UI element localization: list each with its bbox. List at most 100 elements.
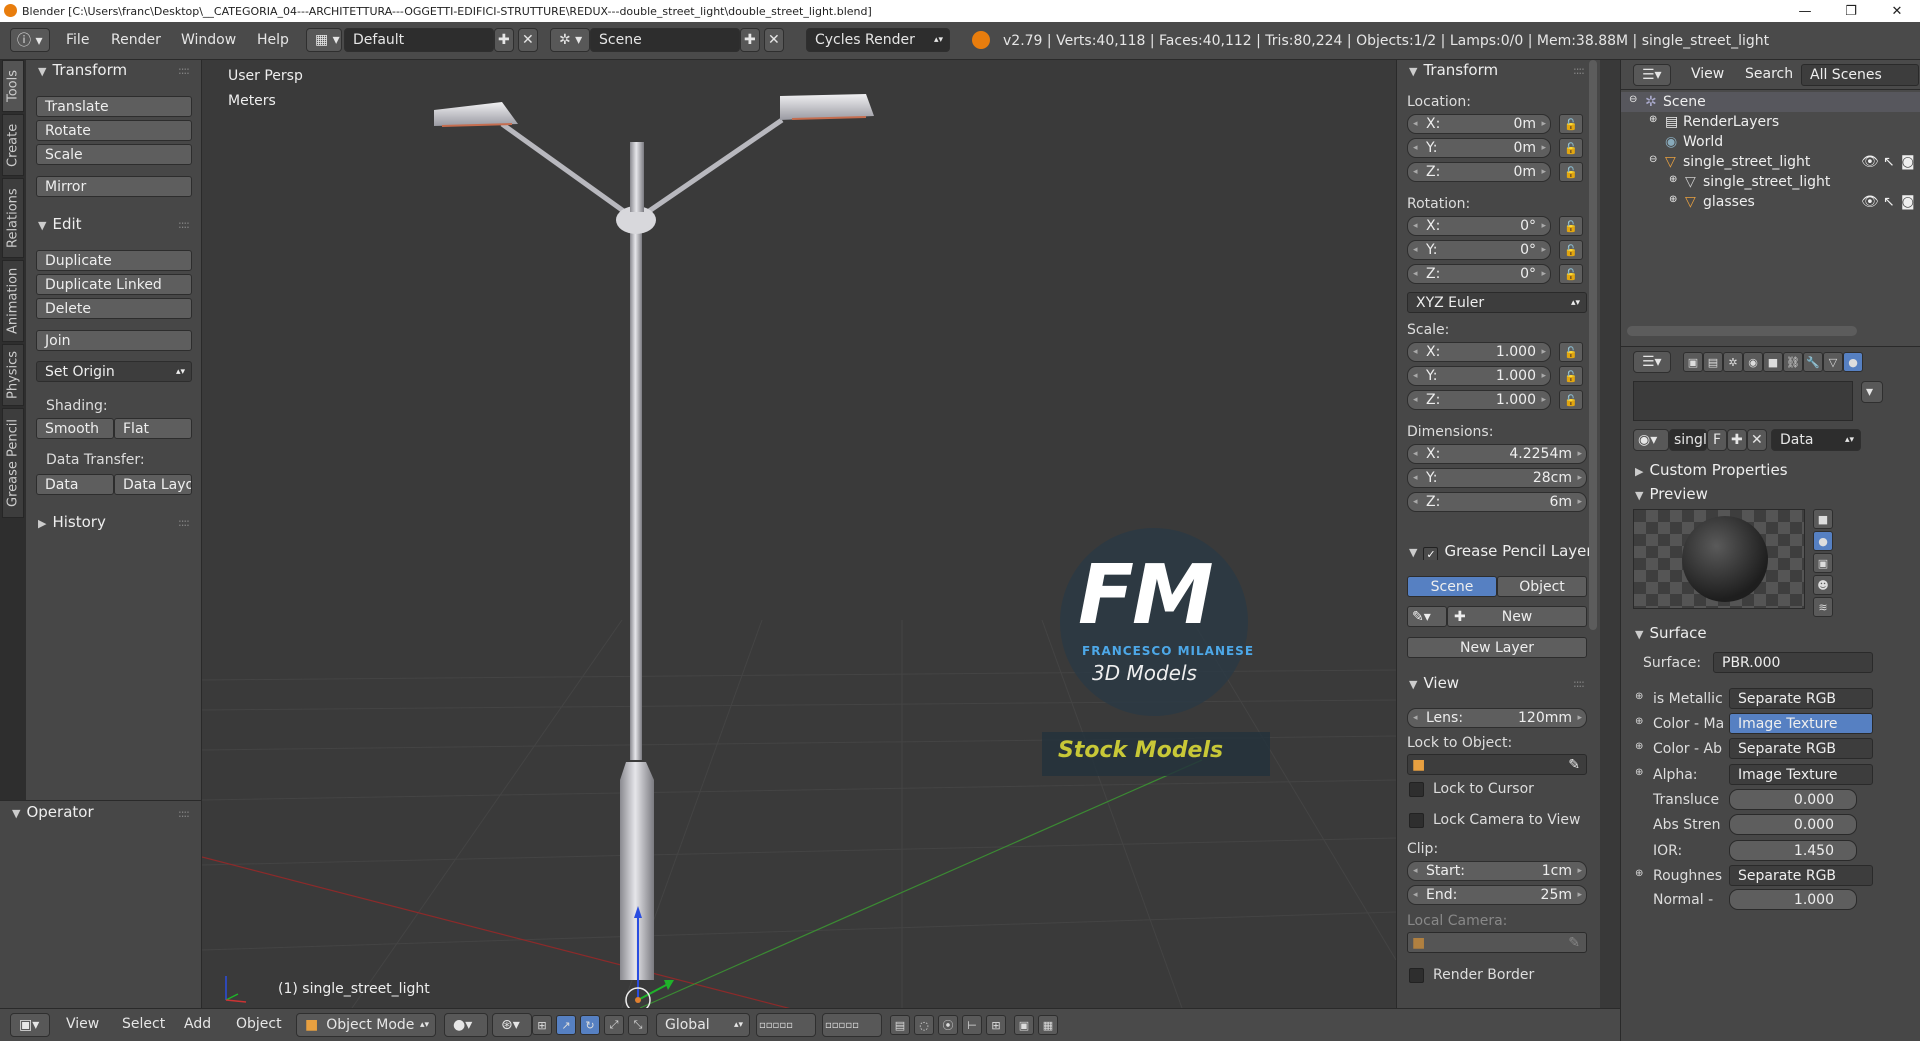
viewport-shading-select[interactable]: ●▾ — [444, 1013, 488, 1037]
dimension-y-field[interactable]: Y:28cm — [1407, 468, 1587, 488]
dimension-x-field[interactable]: X:4.2254m — [1407, 444, 1587, 464]
scene-icon[interactable]: ✲ ▾ — [550, 28, 590, 52]
fake-user-button[interactable]: F — [1707, 429, 1727, 451]
mirror-button[interactable]: Mirror — [36, 176, 192, 197]
lock-scale-z-icon[interactable]: 🔓 — [1559, 390, 1583, 410]
properties-editor-icon[interactable]: ☰▾ — [1633, 351, 1671, 373]
tab-animation[interactable]: Animation — [2, 260, 24, 342]
expand-renderlayers-icon[interactable]: ⊕ — [1649, 114, 1657, 125]
modifiers-tab-icon[interactable]: 🔧 — [1803, 352, 1823, 372]
screen-layout-icon[interactable]: ▦ ▾ — [306, 28, 342, 52]
scale-manipulator-icon[interactable]: ⤢ — [604, 1015, 624, 1035]
is-metallic-input[interactable]: Separate RGB — [1729, 688, 1873, 709]
add-screen-icon[interactable]: ✚ — [494, 28, 514, 52]
menu-render[interactable]: Render — [111, 32, 161, 48]
tab-grease-pencil[interactable]: Grease Pencil — [2, 408, 24, 518]
local-camera-field[interactable]: ■ ✎ — [1407, 932, 1587, 953]
proportional-edit-icon[interactable]: ◌ — [914, 1015, 934, 1035]
preview-cube-icon[interactable]: ▣ — [1813, 553, 1833, 573]
history-panel-header[interactable]: ▶ History — [38, 513, 106, 531]
location-z-field[interactable]: Z:0m — [1407, 162, 1551, 182]
menu-file[interactable]: File — [66, 32, 89, 48]
clip-start-field[interactable]: Start:1cm — [1407, 861, 1587, 881]
pivot-point-select[interactable]: ⊛▾ — [492, 1013, 532, 1037]
new-material-icon[interactable]: ✚ — [1727, 429, 1747, 451]
rotation-y-field[interactable]: Y:0° — [1407, 240, 1551, 260]
menu-window[interactable]: Window — [181, 32, 236, 48]
translate-button[interactable]: Translate — [36, 96, 192, 117]
menu-help[interactable]: Help — [257, 32, 289, 48]
renderability-icon[interactable]: ◙ — [1901, 154, 1915, 170]
color-ab-link-icon[interactable]: ⊕ — [1635, 741, 1643, 752]
lock-rotation-y-icon[interactable]: 🔓 — [1559, 240, 1583, 260]
expand-glasses-icon[interactable]: ⊕ — [1669, 194, 1677, 205]
data-button[interactable]: Data — [36, 474, 114, 495]
rotation-x-field[interactable]: X:0° — [1407, 216, 1551, 236]
world-tab-icon[interactable]: ◉ — [1743, 352, 1763, 372]
menu-select[interactable]: Select — [122, 1016, 165, 1032]
lock-rotation-z-icon[interactable]: 🔓 — [1559, 264, 1583, 284]
visibility-eye-icon[interactable]: 👁 — [1861, 154, 1879, 170]
outliner-filter-select[interactable]: All Scenes — [1801, 64, 1919, 86]
lock-to-cursor-checkbox[interactable] — [1409, 782, 1424, 797]
scale-x-field[interactable]: X:1.000 — [1407, 342, 1551, 362]
flat-button[interactable]: Flat — [114, 418, 192, 439]
outliner-scene[interactable]: Scene — [1663, 94, 1706, 110]
minimize-button[interactable]: — — [1782, 0, 1828, 22]
location-y-field[interactable]: Y:0m — [1407, 138, 1551, 158]
roughness-link-icon[interactable]: ⊕ — [1635, 868, 1643, 879]
tab-create[interactable]: Create — [2, 114, 24, 176]
translate-manipulator-icon[interactable]: ↗ — [556, 1015, 576, 1035]
render-engine-select[interactable]: Cycles Render ▴▾ — [806, 28, 950, 52]
transform-panel-header[interactable]: ▼ Transform — [38, 61, 127, 79]
screen-layout-field[interactable]: Default — [344, 28, 494, 52]
unlink-material-icon[interactable]: ✕ — [1747, 429, 1767, 451]
ior-field[interactable]: 1.450 — [1729, 840, 1857, 861]
tab-tools[interactable]: Tools — [2, 60, 24, 112]
rotation-mode-select[interactable]: XYZ Euler ▴▾ — [1407, 292, 1587, 313]
gp-new-button[interactable]: ✚ New — [1447, 606, 1587, 627]
lock-location-x-icon[interactable]: 🔓 — [1559, 114, 1583, 134]
normal-field[interactable]: 1.000 — [1729, 889, 1857, 910]
selectability-icon[interactable]: ↖ — [1883, 154, 1895, 170]
edit-panel-header[interactable]: ▼ Edit — [38, 215, 82, 233]
gp-new-layer-button[interactable]: New Layer — [1407, 637, 1587, 658]
translucency-field[interactable]: 0.000 — [1729, 789, 1857, 810]
lock-rotation-x-icon[interactable]: 🔓 — [1559, 216, 1583, 236]
add-scene-icon[interactable]: ✚ — [740, 28, 760, 52]
outliner-mesh-single-street-light[interactable]: single_street_light — [1703, 174, 1830, 190]
scene-field[interactable]: Scene — [590, 28, 740, 52]
layer-lock-icon[interactable]: ▤ — [890, 1015, 910, 1035]
lens-field[interactable]: Lens:120mm — [1407, 708, 1587, 728]
surface-header[interactable]: ▼ Surface — [1635, 624, 1707, 642]
layers-row-2[interactable]: ▫▫▫▫▫ — [822, 1013, 882, 1037]
abs-strength-field[interactable]: 0.000 — [1729, 814, 1857, 835]
rotate-manipulator-icon[interactable]: ↻ — [580, 1015, 600, 1035]
n-panel-scrollbar[interactable] — [1589, 60, 1597, 630]
smooth-button[interactable]: Smooth — [36, 418, 114, 439]
camera-eyedropper-icon[interactable]: ✎ — [1568, 935, 1580, 951]
preview-header[interactable]: ▼ Preview — [1635, 485, 1708, 503]
alpha-link-icon[interactable]: ⊕ — [1635, 767, 1643, 778]
material-specials-icon[interactable]: ▾ — [1861, 381, 1883, 403]
tab-relations[interactable]: Relations — [2, 178, 24, 258]
outliner-view-menu[interactable]: View — [1691, 66, 1724, 82]
set-origin-select[interactable]: Set Origin ▴▾ — [36, 361, 192, 382]
menu-add[interactable]: Add — [184, 1016, 211, 1032]
render-border-checkbox[interactable] — [1409, 968, 1424, 983]
preview-monkey-icon[interactable]: ☻ — [1813, 575, 1833, 595]
scale-z-field[interactable]: Z:1.000 — [1407, 390, 1551, 410]
menu-object[interactable]: Object — [236, 1016, 282, 1032]
remove-screen-icon[interactable]: ✕ — [518, 28, 538, 52]
lock-scale-x-icon[interactable]: 🔓 — [1559, 342, 1583, 362]
alpha-input[interactable]: Image Texture — [1729, 764, 1873, 785]
gp-scene-button[interactable]: Scene — [1407, 576, 1497, 597]
snap-target-icon[interactable]: ⊞ — [986, 1015, 1006, 1035]
outliner-object-single-street-light[interactable]: single_street_light — [1683, 154, 1810, 170]
roughness-input[interactable]: Separate RGB — [1729, 865, 1873, 886]
clip-end-field[interactable]: End:25m — [1407, 885, 1587, 905]
location-x-field[interactable]: X:0m — [1407, 114, 1551, 134]
duplicate-linked-button[interactable]: Duplicate Linked — [36, 274, 192, 295]
grease-pencil-layer-checkbox[interactable]: ✓ — [1423, 547, 1439, 560]
lock-location-y-icon[interactable]: 🔓 — [1559, 138, 1583, 158]
